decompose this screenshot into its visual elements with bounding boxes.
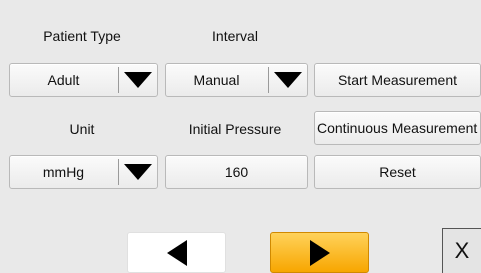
unit-label: Unit	[69, 121, 95, 137]
dropdown-separator	[268, 67, 269, 93]
unit-dropdown[interactable]: mmHg	[9, 155, 158, 189]
interval-dropdown[interactable]: Manual	[165, 63, 308, 97]
next-page-button[interactable]	[270, 232, 369, 273]
interval-label: Interval	[212, 28, 258, 44]
dropdown-arrow-icon	[274, 72, 302, 88]
patient-type-label: Patient Type	[43, 28, 121, 44]
previous-page-button[interactable]	[127, 232, 226, 273]
initial-pressure-button[interactable]: 160	[165, 155, 308, 189]
initial-pressure-label: Initial Pressure	[188, 121, 282, 137]
continuous-measurement-button[interactable]: Continuous Measurement	[314, 111, 481, 145]
patient-type-dropdown[interactable]: Adult	[9, 63, 158, 97]
dropdown-arrow-icon	[124, 164, 152, 180]
reset-button[interactable]: Reset	[314, 155, 481, 189]
dropdown-separator	[118, 159, 119, 185]
interval-value: Manual	[193, 72, 240, 88]
dropdown-separator	[118, 67, 119, 93]
left-triangle-icon	[166, 239, 187, 266]
close-button[interactable]: X	[442, 228, 481, 273]
patient-type-value: Adult	[47, 72, 80, 88]
start-measurement-button[interactable]: Start Measurement	[314, 63, 481, 97]
right-triangle-icon	[309, 239, 330, 266]
dropdown-arrow-icon	[124, 72, 152, 88]
unit-value: mmHg	[42, 164, 85, 180]
